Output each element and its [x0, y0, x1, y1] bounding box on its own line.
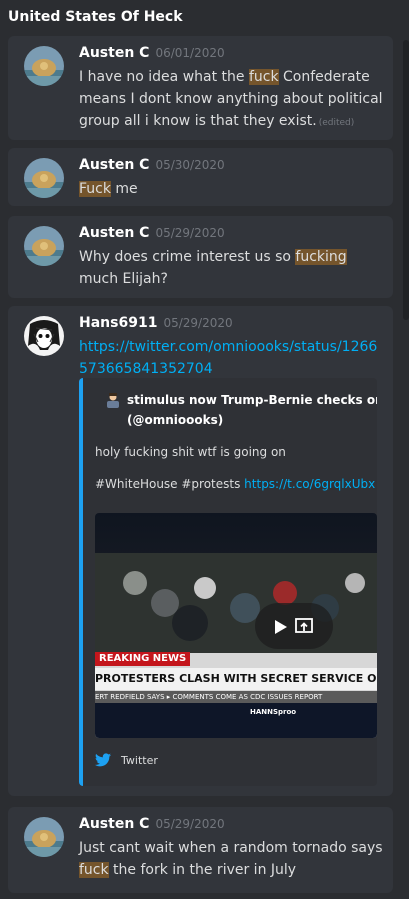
tco-link[interactable]: https://t.co/6grqlxUbx	[244, 477, 375, 491]
author-name[interactable]: Austen C	[79, 816, 149, 832]
timestamp: 05/29/2020	[163, 316, 233, 330]
tweet-author[interactable]: stimulus now Trump-Bernie checks omn (@o…	[127, 390, 377, 430]
channel-title: United States Of Heck	[8, 9, 183, 25]
timestamp: 05/29/2020	[155, 226, 225, 240]
avatar[interactable]	[24, 158, 64, 198]
embed-footer: Twitter	[95, 750, 158, 770]
search-highlight: fucking	[295, 249, 347, 265]
message-item[interactable]: Austen C 06/01/2020 I have no idea what t…	[8, 36, 393, 140]
tweet-video[interactable]: REAKING NEWS PROTESTERS CLASH WITH SECRE…	[95, 513, 377, 738]
message-content: Why does crime interest us so fucking mu…	[79, 246, 384, 290]
message-text: Why does crime interest us so	[79, 249, 296, 265]
timestamp: 05/30/2020	[155, 158, 225, 172]
twitter-embed[interactable]: stimulus now Trump-Bernie checks omn (@o…	[79, 378, 377, 786]
search-highlight: Fuck	[79, 181, 111, 197]
twitter-icon	[95, 753, 111, 767]
author-line: Austen C 06/01/2020	[79, 45, 225, 61]
search-highlight: fuck	[248, 69, 279, 85]
video-controls[interactable]	[255, 603, 333, 649]
tweet-link[interactable]: https://twitter.com/omnioooks/status/126…	[79, 339, 377, 377]
scrollbar-thumb[interactable]	[403, 40, 409, 320]
tweet-text: holy fucking shit wtf is going on	[95, 445, 286, 459]
author-line: Hans6911 05/29/2020	[79, 315, 233, 331]
video-bottom-bar	[95, 703, 377, 738]
embed-footer-text: Twitter	[121, 753, 158, 767]
avatar[interactable]	[24, 817, 64, 857]
play-icon[interactable]	[275, 619, 287, 638]
avatar[interactable]	[24, 226, 64, 266]
author-line: Austen C 05/29/2020	[79, 816, 225, 832]
news-ticker: ERT REDFIELD SAYS ▸ COMMENTS COME AS CDC…	[95, 691, 377, 703]
author-name[interactable]: Austen C	[79, 225, 149, 241]
timestamp: 05/29/2020	[155, 817, 225, 831]
avatar[interactable]	[24, 316, 64, 356]
message-content: I have no idea what the fuck Confederate…	[79, 66, 384, 134]
message-content: Fuck me	[79, 178, 384, 200]
message-item[interactable]: Austen C 05/29/2020 Just cant wait when a…	[8, 807, 393, 893]
message-text: Just cant wait when a random tornado say…	[79, 840, 383, 856]
search-highlight: fuck	[79, 862, 109, 878]
message-item[interactable]: Hans6911 05/29/2020 https://twitter.com/o…	[8, 306, 393, 796]
news-headline: PROTESTERS CLASH WITH SECRET SERVICE OUT…	[95, 668, 377, 690]
tweet-description: holy fucking shit wtf is going on #White…	[95, 444, 377, 492]
author-name[interactable]: Austen C	[79, 157, 149, 173]
message-text: much Elijah?	[79, 271, 168, 287]
avatar[interactable]	[24, 46, 64, 86]
tweet-author-name[interactable]: stimulus now Trump-Bernie checks omn	[127, 390, 377, 410]
author-line: Austen C 05/30/2020	[79, 157, 225, 173]
author-line: Austen C 05/29/2020	[79, 225, 225, 241]
edited-label: (edited)	[318, 118, 355, 128]
message-content: Just cant wait when a random tornado say…	[79, 837, 384, 881]
tweet-author-handle[interactable]: (@omnioooks)	[127, 410, 377, 430]
message-item[interactable]: Austen C 05/30/2020 Fuck me	[8, 148, 393, 206]
breaking-news-banner: REAKING NEWS	[95, 652, 191, 666]
message-text: I have no idea what the	[79, 69, 249, 85]
message-text: me	[110, 181, 138, 197]
message-content: https://twitter.com/omnioooks/status/126…	[79, 336, 384, 380]
tweet-hashtags: #WhiteHouse #protests	[95, 477, 245, 491]
open-external-icon[interactable]	[295, 617, 313, 639]
message-item[interactable]: Austen C 05/29/2020 Why does crime intere…	[8, 216, 393, 298]
author-name[interactable]: Austen C	[79, 45, 149, 61]
author-name[interactable]: Hans6911	[79, 315, 157, 331]
tweet-hashtag-line: #WhiteHouse #protests https://t.co/6grql…	[95, 476, 377, 492]
show-logo: HANNSproo	[250, 708, 297, 716]
tweet-author-icon	[105, 392, 121, 408]
timestamp: 06/01/2020	[155, 46, 225, 60]
message-text: the fork in the river in July	[108, 862, 297, 878]
